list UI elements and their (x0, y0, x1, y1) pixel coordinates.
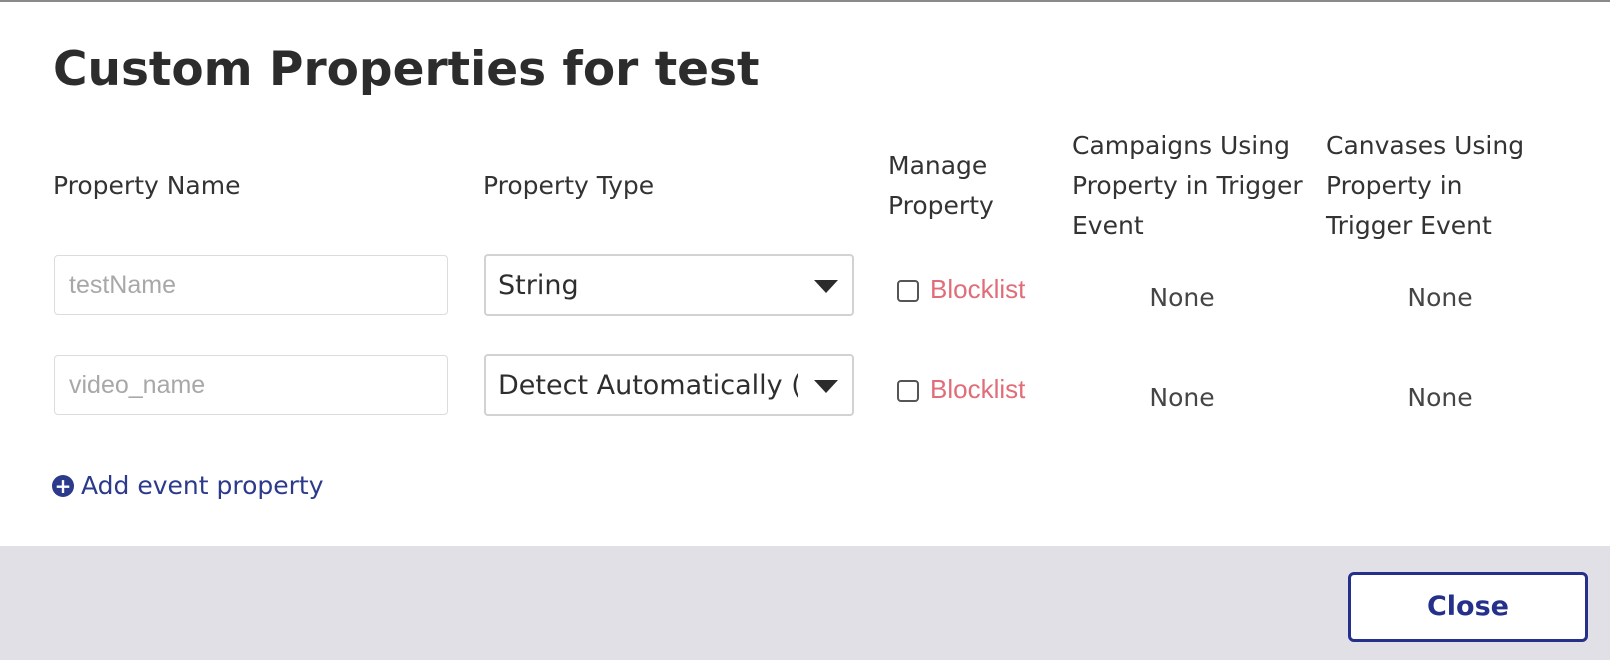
add-event-property-link[interactable]: + Add event property (52, 471, 324, 500)
blocklist-label[interactable]: Blocklist (930, 374, 1025, 404)
add-event-property-label: Add event property (81, 471, 324, 500)
column-header-manage-property: Manage Property (888, 151, 994, 220)
canvases-value: None (1407, 283, 1473, 312)
blocklist-checkbox[interactable] (897, 380, 919, 402)
column-header-property-name: Property Name (53, 171, 241, 200)
caret-down-icon (814, 280, 838, 293)
top-divider (0, 0, 1610, 2)
column-header-campaigns: Campaigns Using Property in Trigger Even… (1072, 131, 1303, 240)
modal-title: Custom Properties for test (53, 42, 760, 97)
blocklist-checkbox[interactable] (897, 280, 919, 302)
plus-circle-icon: + (52, 474, 74, 497)
caret-down-icon (814, 380, 838, 393)
property-name-input[interactable] (54, 255, 448, 315)
property-type-select[interactable]: String (484, 254, 854, 316)
close-button[interactable]: Close (1348, 572, 1588, 642)
column-header-canvases: Canvases Using Property in Trigger Event (1326, 131, 1525, 240)
column-header-property-type: Property Type (483, 171, 655, 200)
campaigns-value: None (1149, 383, 1215, 412)
campaigns-value: None (1149, 283, 1215, 312)
canvases-value: None (1407, 383, 1473, 412)
property-name-input[interactable] (54, 355, 448, 415)
blocklist-label[interactable]: Blocklist (930, 274, 1025, 304)
property-type-value: String (498, 270, 579, 301)
property-type-value: Detect Automatically ( (498, 370, 798, 401)
property-type-select[interactable]: Detect Automatically ( (484, 354, 854, 416)
